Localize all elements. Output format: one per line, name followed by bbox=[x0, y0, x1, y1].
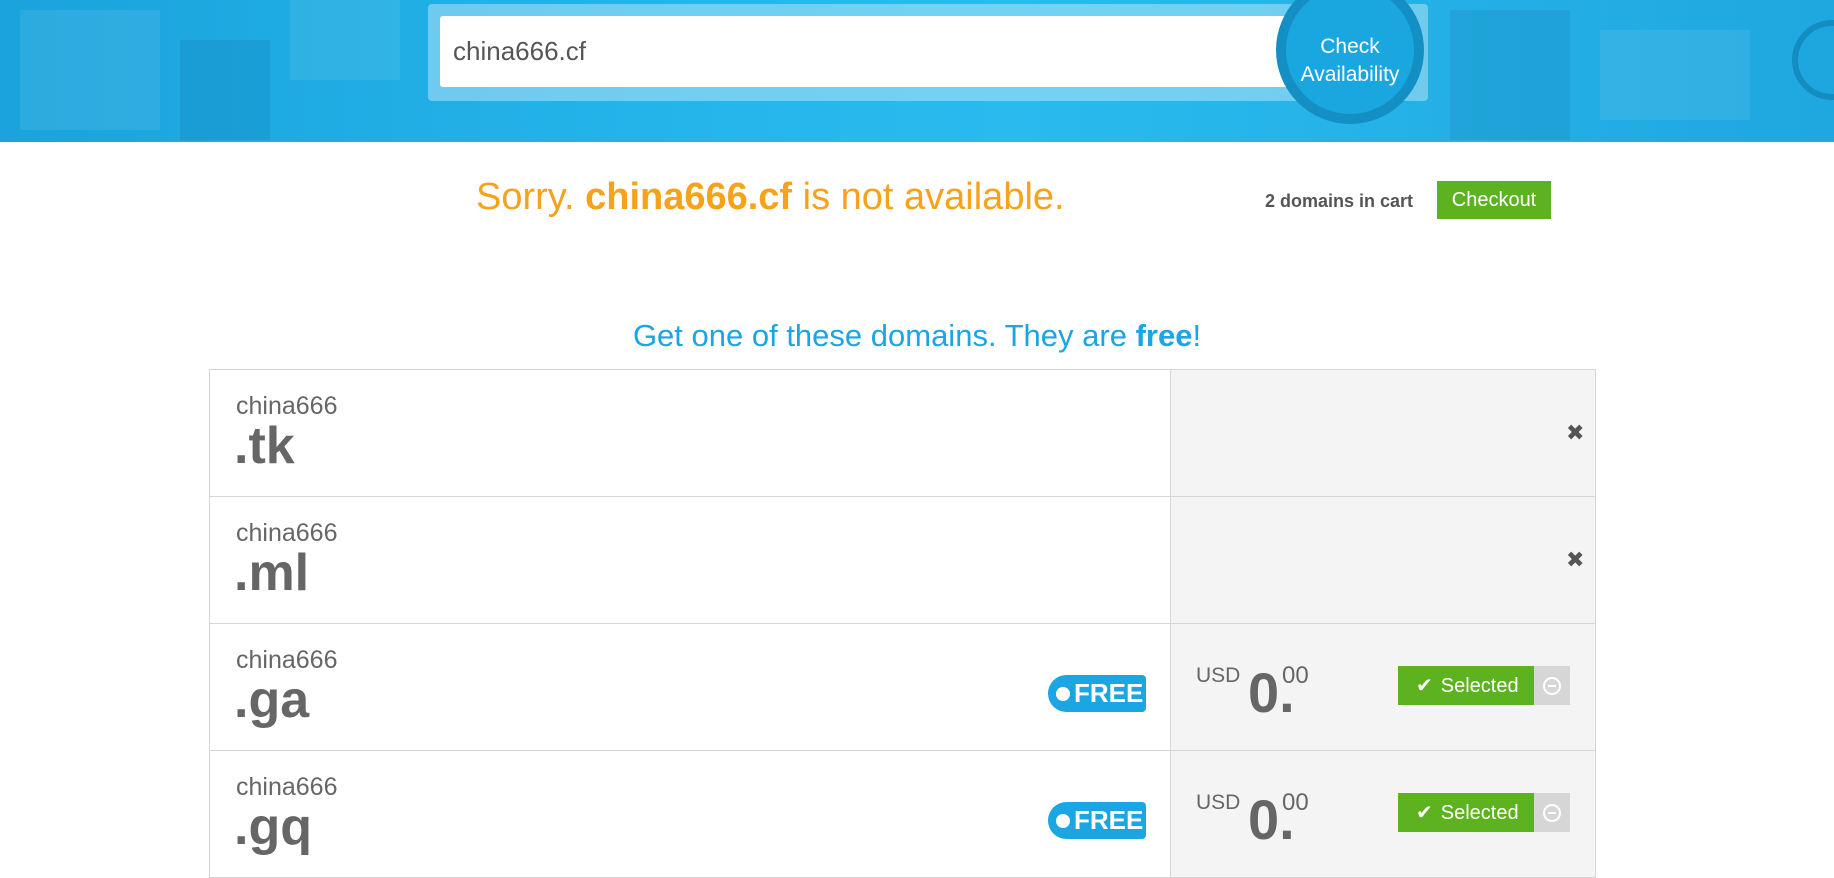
selected-button[interactable]: ✔ Selected bbox=[1398, 666, 1534, 705]
unavailable-domain: china666.cf bbox=[585, 176, 793, 218]
price-currency: USD bbox=[1196, 791, 1241, 814]
background-texture bbox=[1450, 10, 1570, 140]
background-texture bbox=[20, 10, 160, 130]
domain-name-cell: china666 .gq FREE bbox=[210, 751, 1171, 877]
domain-action-cell bbox=[1171, 370, 1595, 496]
selected-button[interactable]: ✔ Selected bbox=[1398, 793, 1534, 832]
offer-prefix: Get one of these domains. They are bbox=[632, 318, 1136, 353]
domain-tld: .ga bbox=[234, 671, 310, 729]
free-badge-label: FREE bbox=[1074, 805, 1144, 835]
domain-row: china666 .gq FREE bbox=[210, 751, 1595, 878]
cart-count: 2 domains in cart bbox=[1265, 191, 1414, 211]
background-texture bbox=[1600, 30, 1750, 120]
background-texture bbox=[180, 40, 270, 140]
badge-dot-icon bbox=[1056, 814, 1070, 828]
selected-label: Selected bbox=[1440, 802, 1519, 824]
price-currency: USD bbox=[1196, 664, 1241, 687]
check-icon: ✔ bbox=[1416, 675, 1433, 697]
domain-name-cell: china666 .ml bbox=[210, 497, 1171, 623]
sorry-suffix: is not available. bbox=[792, 176, 1065, 218]
domain-suggestions-table: china666 .tk china666 .ml china666 .ga F… bbox=[209, 369, 1596, 878]
minus-circle-icon bbox=[1543, 804, 1561, 822]
availability-message: Sorry. china666.cf is not available. bbox=[476, 176, 1065, 219]
check-availability-label: Check Availability bbox=[1300, 35, 1400, 86]
checkout-button[interactable]: Checkout bbox=[1437, 181, 1551, 219]
domain-row: china666 .tk bbox=[210, 370, 1595, 497]
domain-action-cell bbox=[1171, 497, 1595, 623]
free-badge-label: FREE bbox=[1074, 678, 1144, 708]
close-icon[interactable]: ✖ bbox=[1566, 547, 1584, 573]
offer-free-word: free bbox=[1135, 318, 1193, 353]
offer-suffix: ! bbox=[1192, 318, 1202, 353]
domain-row: china666 .ml bbox=[210, 497, 1595, 624]
decorative-circle bbox=[1792, 20, 1834, 100]
domain-row: china666 .ga FREE bbox=[210, 624, 1595, 751]
free-badge: FREE bbox=[1048, 675, 1146, 712]
close-icon[interactable]: ✖ bbox=[1566, 420, 1584, 446]
domain-tld: .ml bbox=[234, 544, 310, 602]
background-texture bbox=[290, 0, 400, 80]
domain-search-input[interactable] bbox=[440, 16, 1310, 87]
free-domains-heading: Get one of these domains. They are free! bbox=[0, 318, 1834, 354]
check-availability-button[interactable]: Check Availability bbox=[1276, 0, 1424, 124]
price-decimals: 00 bbox=[1282, 662, 1309, 689]
remove-button[interactable] bbox=[1534, 666, 1570, 705]
domain-name-cell: china666 .ga FREE bbox=[210, 624, 1171, 750]
check-icon: ✔ bbox=[1416, 802, 1433, 824]
remove-button[interactable] bbox=[1534, 793, 1570, 832]
free-badge: FREE bbox=[1048, 802, 1146, 839]
selected-label: Selected bbox=[1440, 675, 1519, 697]
domain-tld: .gq bbox=[234, 798, 312, 856]
domain-tld: .tk bbox=[234, 417, 295, 475]
price-decimals: 00 bbox=[1282, 789, 1309, 816]
sorry-prefix: Sorry. bbox=[476, 176, 586, 218]
minus-circle-icon bbox=[1543, 677, 1561, 695]
domain-name-cell: china666 .tk bbox=[210, 370, 1171, 496]
search-hero: Check Availability bbox=[0, 0, 1834, 142]
badge-dot-icon bbox=[1056, 687, 1070, 701]
